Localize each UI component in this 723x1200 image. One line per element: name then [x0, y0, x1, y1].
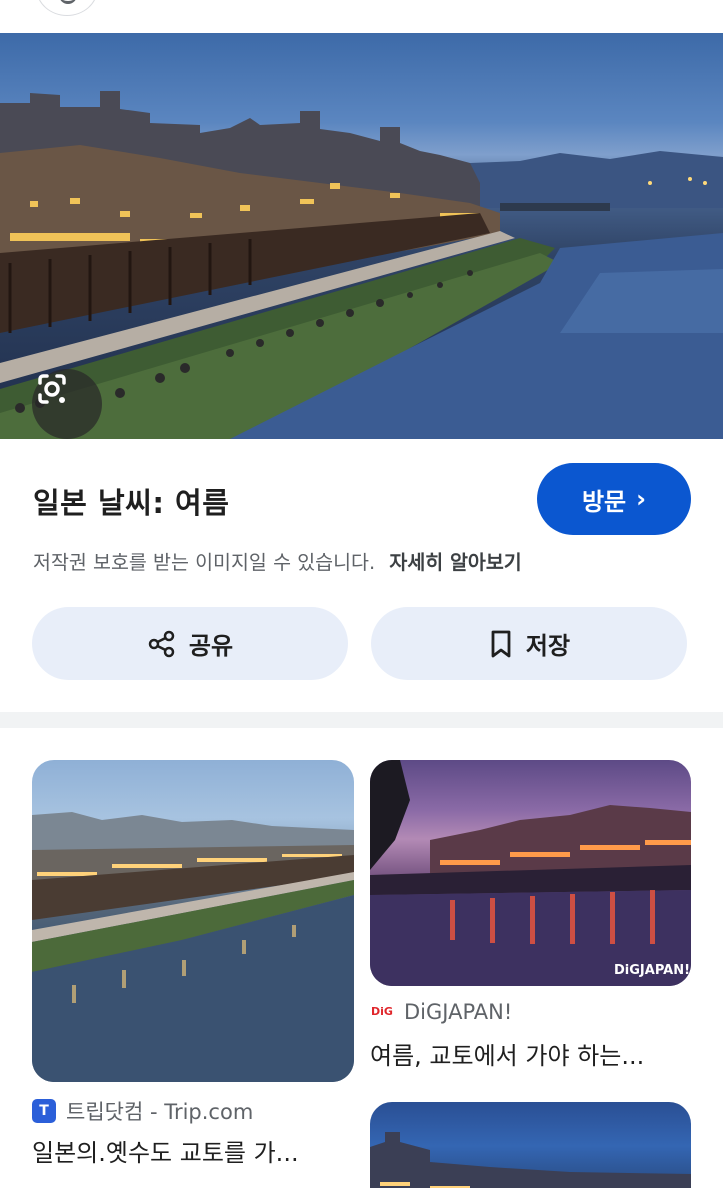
trip-com-favicon-icon: T [32, 1099, 56, 1123]
save-label: 저장 [525, 632, 571, 660]
watermark-text: DiGJAPAN! [614, 963, 690, 978]
save-button[interactable]: 저장 [371, 607, 687, 680]
share-label: 공유 [188, 632, 234, 660]
visit-button-label: 방문 [581, 487, 627, 516]
hero-image[interactable] [0, 33, 723, 439]
share-icon [148, 630, 175, 657]
result-caption-1[interactable]: 일본의.옛수도 교토를 가... [32, 1133, 299, 1168]
bookmark-icon [491, 630, 511, 657]
section-divider [0, 712, 723, 728]
result-image-3[interactable] [370, 1102, 691, 1200]
digjapan-favicon-icon: DiG [370, 1000, 394, 1024]
learn-more-link[interactable]: 자세히 알아보기 [389, 551, 521, 574]
chevron-right-icon: › [636, 485, 647, 513]
copyright-notice: 저작권 보호를 받는 이미지일 수 있습니다. 자세히 알아보기 [33, 546, 522, 575]
share-button[interactable]: 공유 [32, 607, 348, 680]
google-lens-button[interactable] [32, 369, 102, 439]
result-source-2[interactable]: DiG DiGJAPAN! [370, 1000, 512, 1024]
result-image-2[interactable]: DiGJAPAN! [370, 760, 691, 986]
bottom-edge [0, 1188, 723, 1200]
source-name: DiGJAPAN! [404, 1000, 513, 1024]
result-source-1[interactable]: T 트립닷컴 - Trip.com [32, 1096, 253, 1126]
top-strip [0, 0, 723, 33]
camera-lens-icon [38, 374, 66, 404]
result-caption-2[interactable]: 여름, 교토에서 가야 하는... [370, 1036, 644, 1071]
back-button[interactable] [36, 0, 98, 16]
source-name: 트립닷컴 - Trip.com [66, 1100, 254, 1124]
copyright-text: 저작권 보호를 받는 이미지일 수 있습니다. [33, 551, 376, 574]
page-title: 일본 날씨: 여름 [33, 486, 230, 520]
visit-button[interactable]: 방문 › [537, 463, 691, 535]
result-image-1[interactable] [32, 760, 354, 1082]
